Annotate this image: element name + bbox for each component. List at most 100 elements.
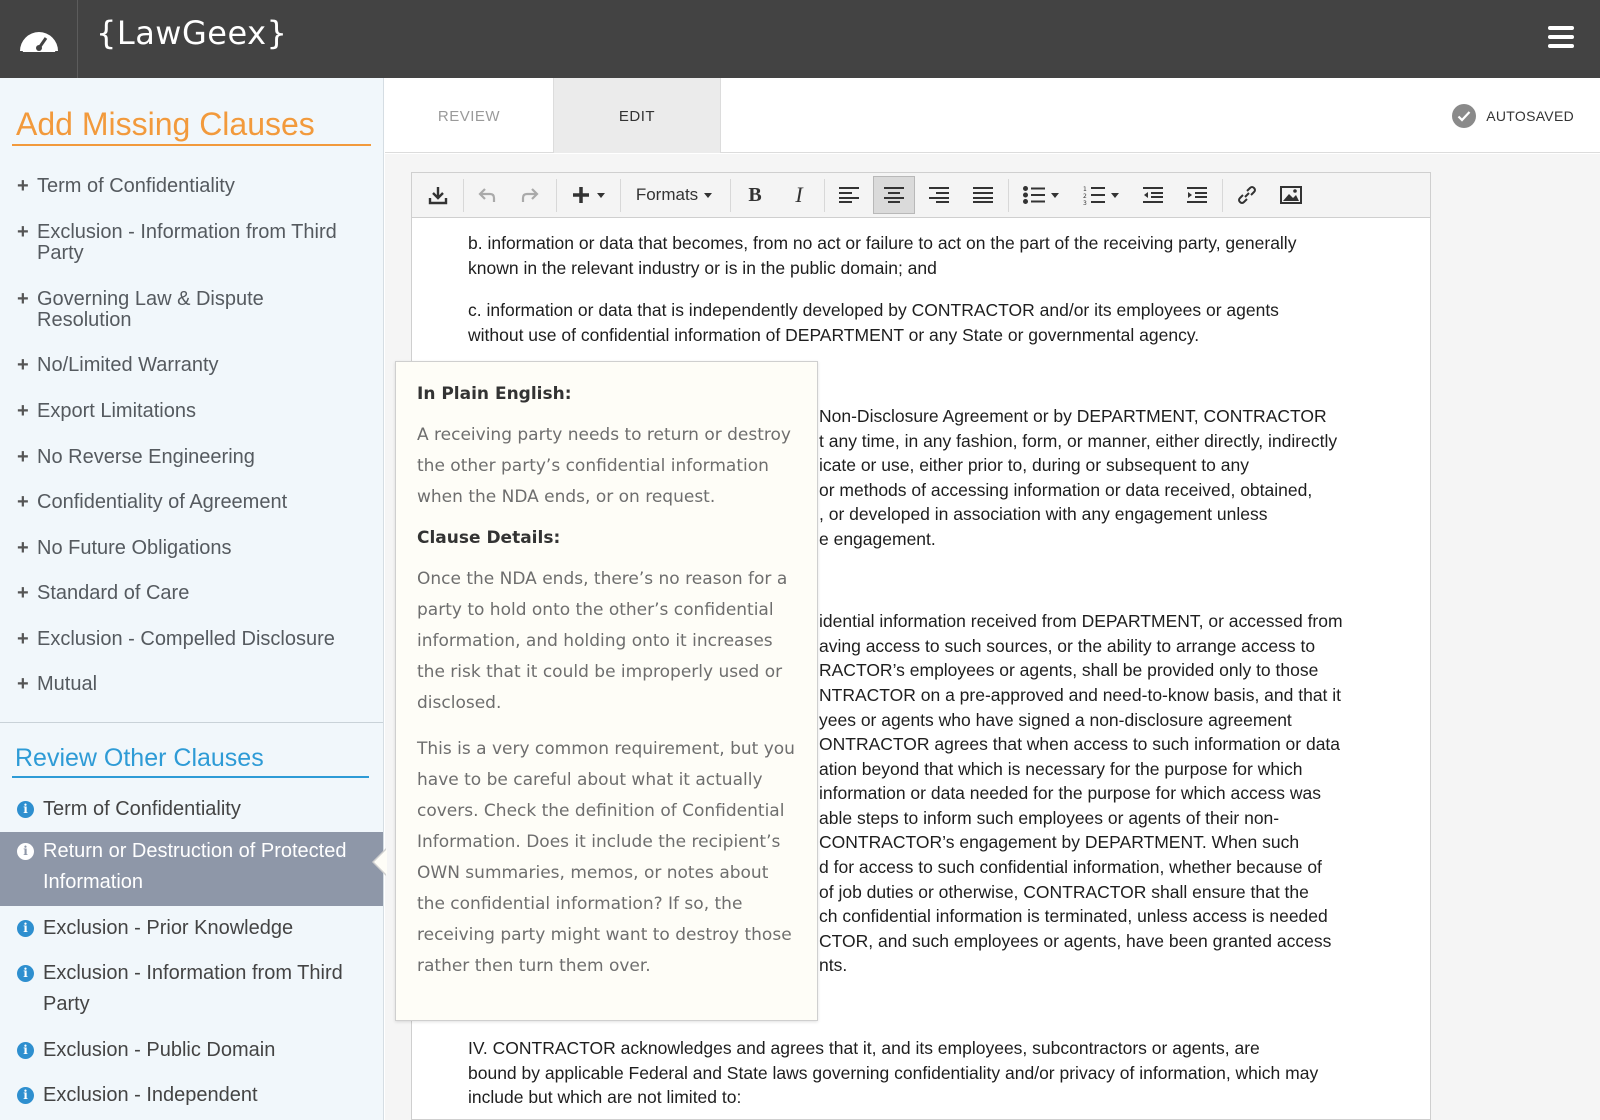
- tooltip-arrow-inner: [374, 849, 387, 875]
- redo-icon[interactable]: [511, 173, 549, 217]
- clause-sidebar: Add Missing Clauses + Term of Confidentia…: [0, 78, 384, 1120]
- paragraph-fragment: ch confidential information is terminate…: [819, 906, 1328, 926]
- orange-divider: [12, 144, 371, 146]
- clause-iv-line: IV. CONTRACTOR acknowledges and agrees t…: [468, 1038, 1260, 1058]
- other-clause-item[interactable]: i Exclusion - Information from Third Part…: [0, 954, 383, 1024]
- align-center-icon[interactable]: [873, 176, 915, 214]
- info-icon: i: [17, 965, 34, 982]
- paragraph-fragment: d for access to such confidential inform…: [819, 857, 1322, 877]
- image-icon[interactable]: [1272, 173, 1310, 217]
- plus-icon: +: [17, 175, 29, 197]
- plus-icon: +: [17, 400, 29, 422]
- clause-b-line: known in the relevant industry or is in …: [468, 258, 937, 278]
- formats-dropdown[interactable]: Formats: [626, 173, 722, 217]
- other-clause-item[interactable]: i Exclusion - Independent: [0, 1076, 383, 1115]
- insert-plus-icon[interactable]: [562, 173, 614, 217]
- other-clause-item-active[interactable]: i Return or Destruction of Protected Info…: [0, 832, 383, 906]
- paragraph-fragment: or methods of accessing information or d…: [819, 480, 1313, 500]
- tab-edit[interactable]: EDIT: [553, 78, 721, 153]
- missing-clause-item[interactable]: + Governing Law & Dispute Resolution: [0, 288, 383, 331]
- review-other-clauses-title: Review Other Clauses: [15, 744, 264, 772]
- autosaved-label: AUTOSAVED: [1486, 108, 1574, 124]
- align-left-icon[interactable]: [830, 173, 868, 217]
- other-clause-item[interactable]: i Term of Confidentiality: [0, 790, 383, 829]
- missing-clause-item[interactable]: + No/Limited Warranty: [0, 354, 383, 376]
- plus-icon: +: [17, 673, 29, 695]
- indent-icon[interactable]: [1178, 173, 1216, 217]
- other-clause-item[interactable]: i Exclusion - Prior Knowledge: [0, 909, 383, 948]
- missing-clause-item[interactable]: + Exclusion - Information from Third Part…: [0, 221, 383, 264]
- missing-clause-item[interactable]: + No Future Obligations: [0, 537, 383, 559]
- paragraph-fragment: idential information received from DEPAR…: [819, 611, 1343, 631]
- download-icon[interactable]: [420, 173, 456, 217]
- view-tabs: REVIEW EDIT AUTOSAVED: [385, 78, 1600, 153]
- hamburger-menu-icon[interactable]: [1548, 26, 1574, 50]
- link-icon[interactable]: [1228, 173, 1266, 217]
- clause-details-text: This is a very common requirement, but y…: [417, 739, 795, 976]
- bold-icon[interactable]: B: [736, 173, 774, 217]
- missing-clause-item[interactable]: + Mutual: [0, 673, 383, 695]
- logo[interactable]: [0, 0, 78, 78]
- paragraph-fragment: CONTRACTOR’s engagement by DEPARTMENT. W…: [819, 832, 1300, 852]
- info-icon: i: [17, 1087, 34, 1104]
- check-circle-icon: [1452, 104, 1477, 128]
- plus-icon: +: [17, 537, 29, 559]
- editor-toolbar: Formats B I 123: [412, 173, 1430, 218]
- plus-icon: +: [17, 354, 29, 376]
- align-justify-icon[interactable]: [964, 173, 1002, 217]
- plus-icon: +: [17, 221, 29, 243]
- paragraph-fragment: t any time, in any fashion, form, or man…: [819, 431, 1338, 451]
- plus-icon: +: [17, 582, 29, 604]
- clause-b-line: b. information or data that becomes, fro…: [468, 233, 1297, 253]
- bullet-list-icon[interactable]: [1014, 173, 1068, 217]
- paragraph-fragment: e engagement.: [819, 529, 936, 549]
- paragraph-fragment: CTOR, and such employees or agents, have…: [819, 931, 1332, 951]
- plus-icon: +: [17, 446, 29, 468]
- svg-text:2: 2: [1083, 193, 1087, 200]
- chevron-down-icon: [704, 192, 713, 198]
- svg-text:3: 3: [1083, 200, 1087, 205]
- missing-clause-item[interactable]: + Standard of Care: [0, 582, 383, 604]
- missing-clause-item[interactable]: + Export Limitations: [0, 400, 383, 422]
- paragraph-fragment: of job duties or otherwise, CONTRACTOR s…: [819, 882, 1309, 902]
- numbered-list-icon[interactable]: 123: [1074, 173, 1128, 217]
- clause-c-line: without use of confidential information …: [468, 325, 1200, 345]
- clause-explanation-popover: In Plain English: A receiving party need…: [395, 361, 818, 1021]
- clause-details-text: Once the NDA ends, there’s no reason for…: [417, 569, 788, 713]
- italic-icon[interactable]: I: [780, 173, 818, 217]
- missing-clause-item[interactable]: + Exclusion - Compelled Disclosure: [0, 628, 383, 650]
- svg-text:1: 1: [1083, 186, 1087, 193]
- align-right-icon[interactable]: [920, 173, 958, 217]
- paragraph-fragment: aving access to such sources, or the abi…: [819, 636, 1316, 656]
- formats-label: Formats: [635, 185, 699, 204]
- paragraph-fragment: ation beyond that which is necessary for…: [819, 759, 1303, 779]
- clause-details-heading: Clause Details:: [417, 528, 561, 548]
- blue-divider: [12, 776, 369, 778]
- top-bar: {LawGeex}: [0, 0, 1600, 78]
- paragraph-fragment: icate or use, either prior to, during or…: [819, 455, 1249, 475]
- plus-icon: +: [17, 288, 29, 310]
- clause-c-line: c. information or data that is independe…: [468, 300, 1279, 320]
- missing-clause-item[interactable]: + Confidentiality of Agreement: [0, 492, 383, 513]
- add-missing-clauses-title: Add Missing Clauses: [16, 106, 315, 142]
- missing-clause-item[interactable]: + No Reverse Engineering: [0, 446, 383, 468]
- speedometer-cloud-icon: [19, 32, 58, 52]
- paragraph-fragment: yees or agents who have signed a non-dis…: [819, 710, 1292, 730]
- tab-review[interactable]: REVIEW: [385, 78, 553, 153]
- paragraph-fragment: Non-Disclosure Agreement or by DEPARTMEN…: [819, 406, 1327, 426]
- info-icon: i: [17, 843, 34, 860]
- paragraph-fragment: RACTOR’s employees or agents, shall be p…: [819, 660, 1319, 680]
- info-icon: i: [17, 920, 34, 937]
- other-clause-item[interactable]: i Exclusion - Public Domain: [0, 1031, 383, 1070]
- paragraph-fragment: able steps to inform such employees or a…: [819, 808, 1280, 828]
- paragraph-fragment: , or developed in association with any e…: [819, 504, 1268, 524]
- undo-icon[interactable]: [468, 173, 506, 217]
- plain-english-heading: In Plain English:: [417, 384, 572, 404]
- brand-name: {LawGeex}: [96, 14, 288, 52]
- missing-clause-item[interactable]: + Term of Confidentiality: [0, 175, 383, 197]
- clause-iv-line: include but which are not limited to:: [468, 1087, 742, 1107]
- autosaved-status: AUTOSAVED: [1452, 104, 1574, 128]
- outdent-icon[interactable]: [1134, 173, 1172, 217]
- info-icon: i: [17, 1042, 34, 1059]
- plus-icon: +: [17, 628, 29, 650]
